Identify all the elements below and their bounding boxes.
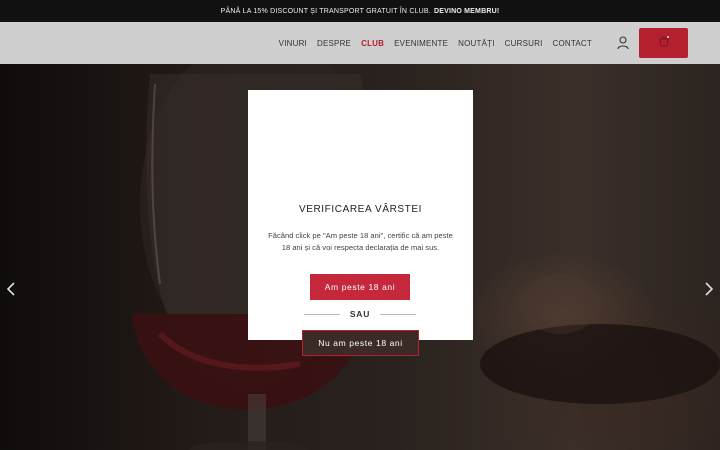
nav-item-despre[interactable]: DESPRE [317, 39, 351, 48]
modal-description: Făcând click pe "Am peste 18 ani", certi… [268, 231, 453, 252]
nav-item-club[interactable]: CLUB [361, 39, 384, 48]
site-header: VINURI DESPRE CLUB EVENIMENTE NOUTĂȚI CU… [0, 22, 720, 64]
separator-line-right [380, 314, 416, 315]
nav-item-contact[interactable]: CONTACT [553, 39, 592, 48]
announcement-text: PÂNĂ LA 15% DISCOUNT ȘI TRANSPORT GRATUI… [220, 7, 431, 15]
decline-age-button[interactable]: Nu am peste 18 ani [302, 330, 419, 356]
become-member-link[interactable]: DEVINO MEMBRU! [434, 8, 499, 15]
separator-line-left [304, 314, 340, 315]
nav-item-vinuri[interactable]: VINURI [279, 39, 307, 48]
user-icon[interactable] [617, 36, 629, 50]
main-nav: VINURI DESPRE CLUB EVENIMENTE NOUTĂȚI CU… [279, 22, 592, 64]
chevron-right-icon[interactable] [703, 281, 715, 297]
chevron-left-icon[interactable] [5, 281, 17, 297]
confirm-age-button[interactable]: Am peste 18 ani [310, 274, 410, 300]
separator-text: SAU [349, 309, 371, 319]
cart-button[interactable] [639, 28, 688, 58]
cart-icon [658, 34, 670, 52]
announcement-bar: PÂNĂ LA 15% DISCOUNT ȘI TRANSPORT GRATUI… [0, 0, 720, 22]
age-verification-modal: VERIFICAREA VÂRSTEI Făcând click pe "Am … [248, 90, 473, 340]
modal-title: VERIFICAREA VÂRSTEI [298, 204, 423, 215]
nav-item-evenimente[interactable]: EVENIMENTE [394, 39, 448, 48]
nav-item-noutati[interactable]: NOUTĂȚI [458, 39, 495, 48]
nav-item-cursuri[interactable]: CURSURI [505, 39, 543, 48]
